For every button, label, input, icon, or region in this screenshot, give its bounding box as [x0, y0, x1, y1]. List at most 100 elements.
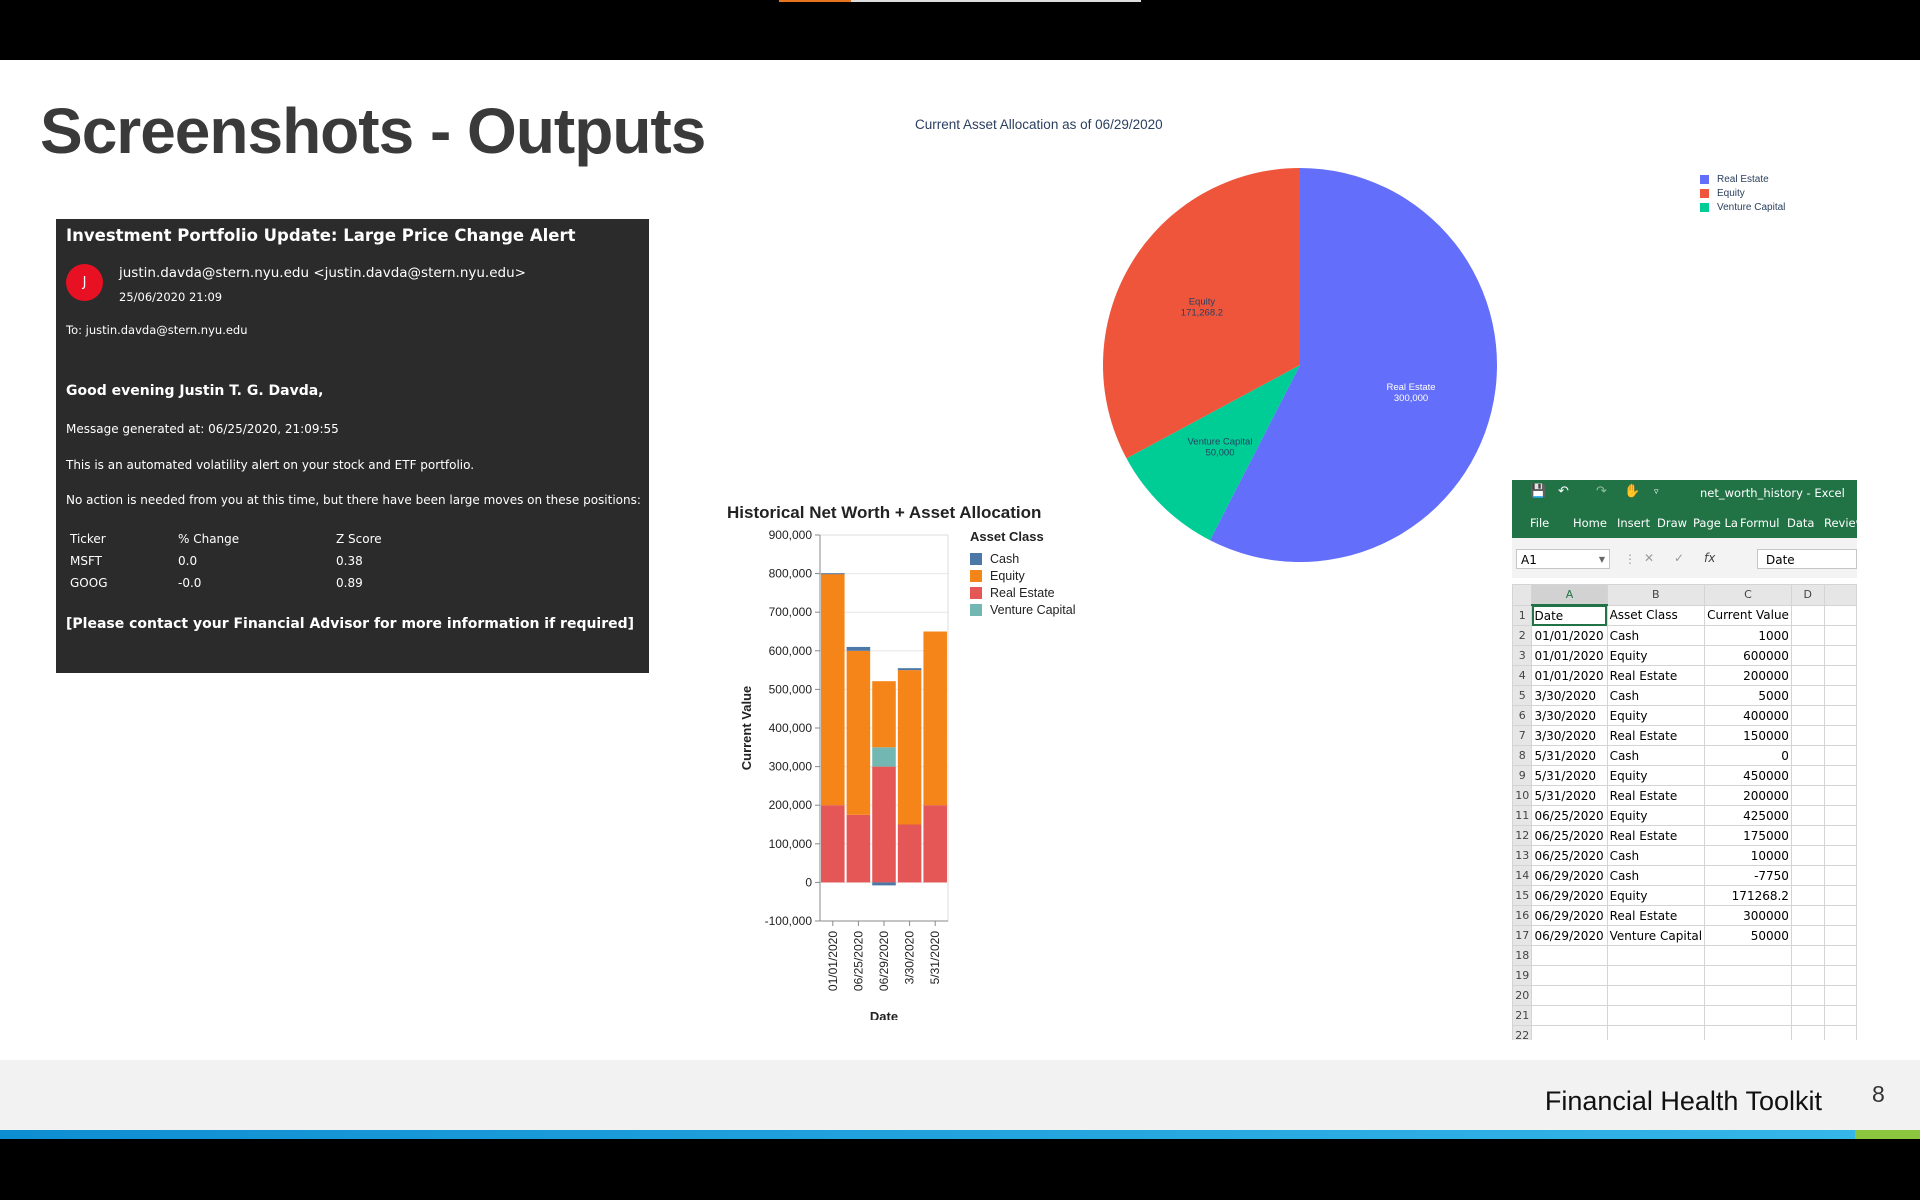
tab-insert[interactable]: Insert [1617, 516, 1650, 530]
row-header[interactable]: 9 [1512, 765, 1533, 786]
cell[interactable]: Real Estate [1606, 825, 1706, 846]
row-header[interactable]: 18 [1512, 945, 1533, 966]
row-header[interactable]: 20 [1512, 985, 1533, 1006]
customize-toolbar-icon[interactable]: ▿ [1654, 487, 1659, 497]
cell[interactable] [1531, 965, 1608, 986]
cancel-icon[interactable]: ✕ [1644, 551, 1654, 565]
cell[interactable]: 425000 [1704, 805, 1792, 826]
cell[interactable]: 3/30/2020 [1531, 725, 1608, 746]
legend-item[interactable]: Equity [1700, 186, 1785, 200]
cell[interactable] [1823, 705, 1857, 726]
cell[interactable]: Cash [1606, 745, 1706, 766]
cell[interactable] [1790, 1005, 1825, 1026]
row-header[interactable]: 13 [1512, 845, 1533, 866]
cell[interactable] [1606, 985, 1706, 1006]
cell[interactable]: Cash [1606, 845, 1706, 866]
cell[interactable] [1704, 1025, 1792, 1040]
cell[interactable] [1823, 825, 1857, 846]
save-icon[interactable]: 💾 [1530, 484, 1546, 499]
column-header-b[interactable]: B [1606, 584, 1706, 606]
row-header[interactable]: 6 [1512, 705, 1533, 726]
undo-icon[interactable]: ↶ [1558, 484, 1569, 499]
cell[interactable] [1823, 1025, 1857, 1040]
cell[interactable]: 01/01/2020 [1531, 625, 1608, 646]
legend-item[interactable]: Venture Capital [1700, 200, 1785, 214]
cell[interactable]: 01/01/2020 [1531, 665, 1608, 686]
cell[interactable]: Real Estate [1606, 785, 1706, 806]
row-header[interactable]: 10 [1512, 785, 1533, 806]
cell[interactable] [1790, 685, 1825, 706]
bar-segment[interactable] [897, 670, 922, 825]
bar-segment[interactable] [897, 668, 922, 671]
cell[interactable] [1531, 985, 1608, 1006]
cell[interactable]: Asset Class [1606, 604, 1706, 626]
cell[interactable] [1790, 665, 1825, 686]
bar-segment[interactable] [872, 766, 896, 883]
cell[interactable]: 600000 [1704, 645, 1792, 666]
cell[interactable] [1790, 985, 1825, 1006]
cell[interactable] [1606, 1025, 1706, 1040]
row-header[interactable]: 3 [1512, 645, 1533, 666]
bar-segment[interactable] [872, 882, 896, 886]
bar-segment[interactable] [872, 681, 896, 748]
cell[interactable]: 01/01/2020 [1531, 645, 1608, 666]
cell[interactable]: 171268.2 [1704, 885, 1792, 906]
cell[interactable] [1823, 865, 1857, 886]
cell[interactable]: 06/29/2020 [1531, 885, 1608, 906]
cell[interactable] [1790, 625, 1825, 646]
cell[interactable] [1823, 645, 1857, 666]
cell[interactable]: 450000 [1704, 765, 1792, 786]
cell[interactable]: 0 [1704, 745, 1792, 766]
cell[interactable]: 50000 [1704, 925, 1792, 946]
row-header[interactable]: 12 [1512, 825, 1533, 846]
cell[interactable] [1823, 604, 1857, 626]
cell[interactable] [1606, 965, 1706, 986]
cell[interactable]: 5000 [1704, 685, 1792, 706]
cell[interactable] [1823, 625, 1857, 646]
cell[interactable]: Cash [1606, 685, 1706, 706]
cell[interactable]: 06/29/2020 [1531, 865, 1608, 886]
cell[interactable] [1823, 785, 1857, 806]
insert-function-icon[interactable]: fx [1704, 551, 1715, 565]
cell[interactable] [1790, 705, 1825, 726]
cell[interactable]: 3/30/2020 [1531, 705, 1608, 726]
row-header[interactable]: 19 [1512, 965, 1533, 986]
row-header[interactable]: 15 [1512, 885, 1533, 906]
bar-segment[interactable] [897, 824, 922, 883]
column-header-a[interactable]: A [1531, 584, 1608, 606]
row-header[interactable]: 5 [1512, 685, 1533, 706]
cell[interactable] [1823, 985, 1857, 1006]
cell[interactable] [1704, 1005, 1792, 1026]
cell[interactable]: 3/30/2020 [1531, 685, 1608, 706]
bar-segment[interactable] [846, 650, 871, 815]
bar-segment[interactable] [821, 573, 845, 575]
formula-input[interactable]: Date [1757, 549, 1857, 569]
cell[interactable]: 06/29/2020 [1531, 925, 1608, 946]
cell[interactable]: 150000 [1704, 725, 1792, 746]
row-header[interactable]: 7 [1512, 725, 1533, 746]
row-header[interactable]: 8 [1512, 745, 1533, 766]
cell[interactable] [1790, 725, 1825, 746]
tab-formulas[interactable]: Formul [1740, 516, 1779, 530]
cell[interactable]: 175000 [1704, 825, 1792, 846]
cell[interactable]: 200000 [1704, 665, 1792, 686]
cell[interactable] [1606, 945, 1706, 966]
cell[interactable]: Cash [1606, 625, 1706, 646]
cell[interactable] [1823, 685, 1857, 706]
cell[interactable]: Equity [1606, 805, 1706, 826]
cell[interactable]: Cash [1606, 865, 1706, 886]
cell[interactable]: 06/29/2020 [1531, 905, 1608, 926]
cell[interactable]: Date [1531, 604, 1608, 626]
cell[interactable] [1823, 905, 1857, 926]
cell[interactable]: Equity [1606, 705, 1706, 726]
select-all-corner[interactable] [1512, 584, 1533, 606]
row-header[interactable]: 1 [1512, 604, 1533, 626]
cell[interactable]: Venture Capital [1606, 925, 1706, 946]
cell[interactable] [1790, 785, 1825, 806]
row-header[interactable]: 2 [1512, 625, 1533, 646]
legend-item[interactable]: Real Estate [1700, 172, 1785, 186]
cell[interactable] [1823, 765, 1857, 786]
cell[interactable] [1790, 1025, 1825, 1040]
bar-segment[interactable] [821, 573, 845, 806]
cell[interactable]: 5/31/2020 [1531, 765, 1608, 786]
